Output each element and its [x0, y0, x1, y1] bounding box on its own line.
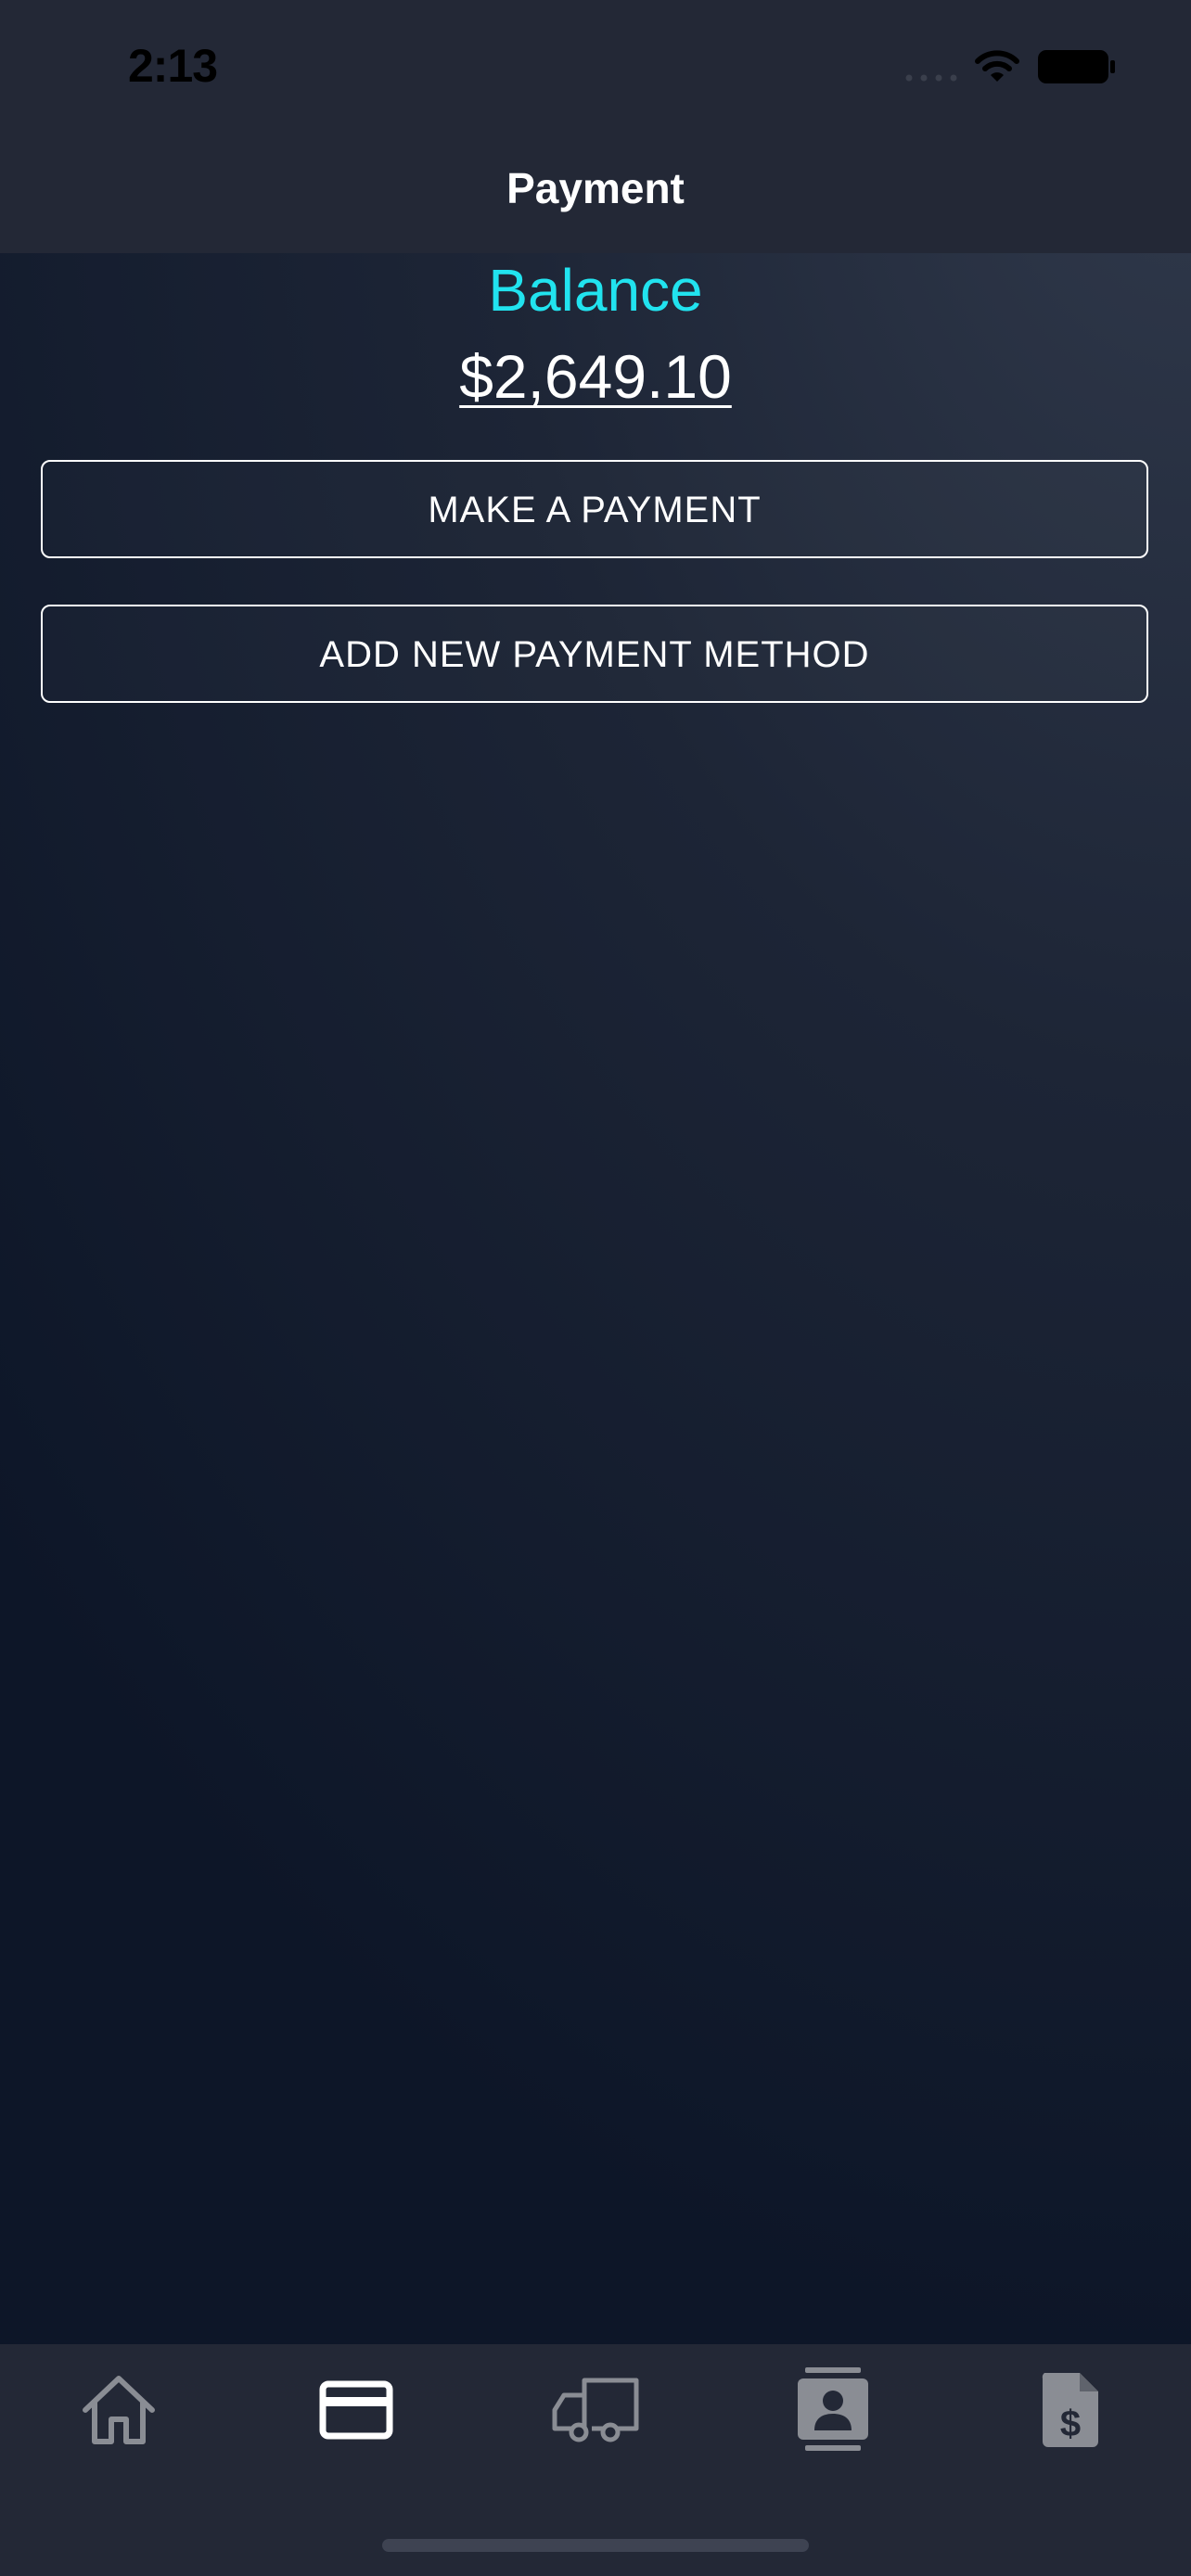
- balance-amount[interactable]: $2,649.10: [459, 342, 732, 411]
- battery-icon: [1038, 50, 1115, 83]
- truck-icon: [552, 2378, 639, 2442]
- tab-shipping[interactable]: [540, 2359, 651, 2461]
- credit-card-icon: [319, 2380, 393, 2440]
- home-icon: [83, 2376, 155, 2444]
- wifi-icon: [975, 50, 1019, 82]
- home-indicator: [382, 2539, 809, 2552]
- tab-home[interactable]: [63, 2359, 174, 2461]
- tab-payment[interactable]: [301, 2359, 412, 2461]
- status-bar: 2:13: [0, 0, 1191, 130]
- balance-label: Balance: [488, 257, 703, 324]
- contact-card-icon: [798, 2367, 868, 2451]
- add-payment-method-button[interactable]: ADD NEW PAYMENT METHOD: [41, 605, 1148, 703]
- balance-amount-container: $2,649.10: [0, 341, 1191, 412]
- nav-header: Payment: [0, 130, 1191, 253]
- page-title: Payment: [506, 164, 685, 212]
- tab-contacts[interactable]: [777, 2359, 889, 2461]
- invoice-dollar-icon: $: [1042, 2373, 1098, 2447]
- status-time: 2:13: [128, 40, 218, 92]
- make-payment-button[interactable]: MAKE A PAYMENT: [41, 460, 1148, 558]
- tab-invoices[interactable]: $: [1015, 2359, 1126, 2461]
- cellular-signal-icon: [905, 74, 957, 82]
- svg-text:$: $: [1060, 2404, 1081, 2444]
